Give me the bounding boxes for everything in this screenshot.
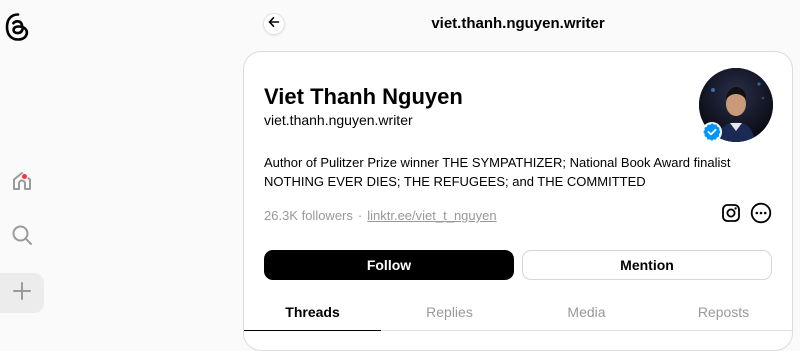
- avatar-container[interactable]: [699, 68, 773, 142]
- nav-home[interactable]: [0, 163, 44, 203]
- mention-button[interactable]: Mention: [522, 250, 772, 280]
- tab-threads[interactable]: Threads: [244, 292, 381, 332]
- profile-name: Viet Thanh Nguyen: [264, 84, 463, 109]
- tab-reposts[interactable]: Reposts: [655, 292, 792, 332]
- active-tab-indicator: [244, 330, 381, 331]
- more-icon: [750, 202, 772, 229]
- followers-count[interactable]: 26.3K followers: [264, 208, 353, 223]
- nav-search[interactable]: [0, 217, 44, 257]
- search-icon: [11, 224, 33, 251]
- back-button[interactable]: [263, 13, 285, 35]
- profile-bio: Author of Pulitzer Prize winner THE SYMP…: [264, 153, 734, 191]
- tab-replies[interactable]: Replies: [381, 292, 518, 332]
- profile-link[interactable]: linktr.ee/viet_t_nguyen: [367, 208, 496, 223]
- bio-line: NOTHING EVER DIES; THE REFUGEES; and THE…: [264, 174, 646, 189]
- profile-handle: viet.thanh.nguyen.writer: [264, 112, 413, 128]
- plus-icon: [12, 281, 32, 306]
- more-options-button[interactable]: [750, 202, 772, 229]
- tab-divider: [381, 330, 792, 331]
- nav-create[interactable]: [0, 273, 44, 313]
- notification-dot: [21, 173, 28, 180]
- profile-meta: 26.3K followers · linktr.ee/viet_t_nguye…: [264, 208, 497, 223]
- instagram-button[interactable]: [720, 203, 742, 228]
- bio-line: Author of Pulitzer Prize winner THE SYMP…: [264, 155, 731, 170]
- tab-media[interactable]: Media: [518, 292, 655, 332]
- threads-logo-icon[interactable]: [4, 12, 32, 42]
- follow-button[interactable]: Follow: [264, 250, 514, 280]
- verified-badge-icon: [702, 122, 722, 142]
- sidebar: [0, 0, 52, 332]
- page-title: viet.thanh.nguyen.writer: [431, 15, 605, 32]
- instagram-icon: [721, 203, 741, 228]
- profile-tabs: Threads Replies Media Reposts: [244, 292, 792, 334]
- profile-card: Viet Thanh Nguyen viet.thanh.nguyen.writ…: [243, 51, 793, 351]
- separator: ·: [357, 208, 363, 223]
- arrow-left-icon: [268, 15, 280, 33]
